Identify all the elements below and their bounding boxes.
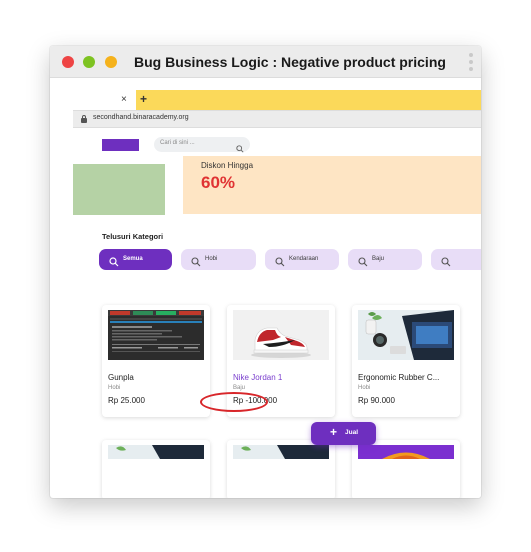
app-window: Bug Business Logic : Negative product pr… (50, 46, 481, 498)
search-icon (109, 254, 119, 272)
url-text[interactable]: secondhand.binaracademy.org (93, 114, 189, 121)
screenshot-stage: Bug Business Logic : Negative product pr… (0, 0, 531, 552)
search-icon (441, 254, 451, 272)
search-icon (358, 254, 368, 272)
product-image (233, 445, 329, 459)
new-tab-button[interactable]: + (140, 92, 147, 106)
product-category: Baju (233, 385, 246, 391)
site-header: Cari di sini ... (73, 128, 481, 156)
product-card-partial[interactable] (102, 440, 210, 498)
sell-button[interactable]: + Jual (311, 422, 376, 445)
browser-tab-strip (136, 90, 481, 110)
product-name: Gunpla (108, 373, 134, 382)
product-name: Nike Jordan 1 (233, 373, 283, 382)
window-title: Bug Business Logic : Negative product pr… (134, 54, 446, 70)
category-section-title: Telusuri Kategori (102, 232, 164, 241)
category-button-baju[interactable]: Baju (348, 249, 422, 270)
maximize-window-button[interactable] (83, 56, 95, 68)
sell-button-label: Jual (345, 429, 359, 436)
search-icon (191, 254, 201, 272)
product-name: Ergonomic Rubber C... (358, 373, 440, 382)
address-bar[interactable]: secondhand.binaracademy.org (73, 110, 481, 128)
category-filter-row: Semua Hobi Kendaraan Baju (73, 249, 481, 271)
product-card-gunpla[interactable]: Gunpla Hobi Rp 25.000 (102, 305, 210, 417)
product-category: Hobi (358, 385, 371, 391)
lock-icon (81, 115, 87, 123)
promo-banner[interactable]: Diskon Hingga 60% (183, 156, 481, 214)
site-logo[interactable] (102, 139, 139, 151)
category-button-kendaraan[interactable]: Kendaraan (265, 249, 339, 270)
minimize-window-button[interactable] (105, 56, 117, 68)
search-icon (275, 254, 285, 272)
category-button-hobi[interactable]: Hobi (181, 249, 256, 270)
search-placeholder: Cari di sini ... (160, 140, 195, 146)
close-window-button[interactable] (62, 56, 74, 68)
category-label: Kendaraan (289, 256, 319, 262)
product-image (358, 445, 454, 459)
product-category: Hobi (108, 385, 121, 391)
product-card-partial[interactable] (227, 440, 335, 498)
browser-viewport: × + secondhand.binaracademy.org Cari di … (73, 90, 481, 498)
annotation-highlight-ring (200, 392, 268, 412)
category-label: Baju (372, 256, 385, 262)
product-image (108, 310, 204, 360)
banner-discount: 60% (201, 173, 236, 192)
product-price: Rp 25.000 (108, 396, 145, 405)
tab-close-icon[interactable]: × (121, 94, 127, 105)
more-vertical-icon[interactable] (469, 53, 473, 74)
product-image (358, 310, 454, 360)
product-image (233, 310, 329, 360)
category-label: Hobi (205, 256, 218, 262)
product-card-ergonomic-rubber[interactable]: Ergonomic Rubber C... Hobi Rp 90.000 (352, 305, 460, 417)
category-button-semua[interactable]: Semua (99, 249, 172, 270)
search-input[interactable]: Cari di sini ... (154, 137, 250, 153)
banner-subtitle: Diskon Hingga (201, 161, 254, 170)
browser-tab-bar: × + (73, 90, 481, 110)
category-button-more[interactable] (431, 249, 481, 270)
plus-icon: + (330, 425, 338, 439)
product-price: Rp 90.000 (358, 396, 395, 405)
product-card-partial[interactable] (352, 440, 460, 498)
banner-side-image (73, 164, 165, 215)
category-label: Semua (123, 256, 143, 262)
window-titlebar: Bug Business Logic : Negative product pr… (50, 46, 481, 78)
product-image (108, 445, 204, 459)
